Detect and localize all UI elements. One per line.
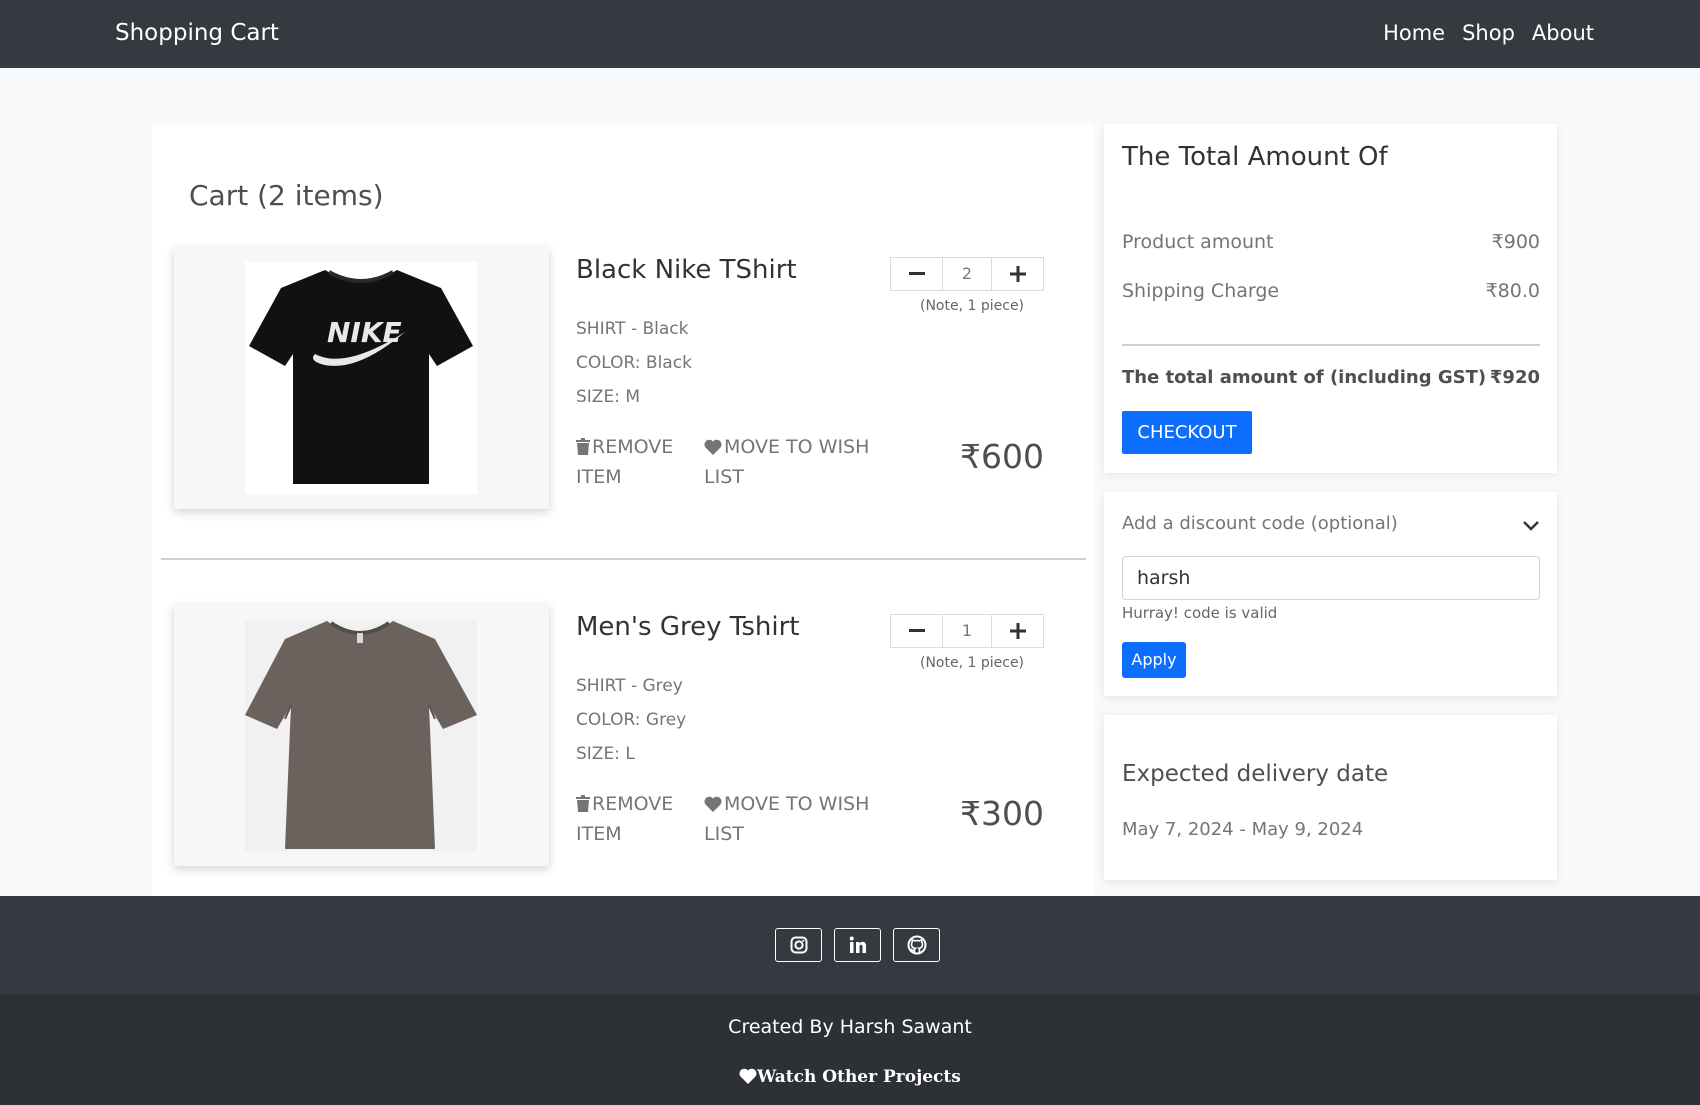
product-size: SIZE: L: [576, 744, 635, 764]
discount-card: Add a discount code (optional) Hurray! c…: [1104, 492, 1557, 696]
watch-other-projects-link[interactable]: Watch Other Projects: [0, 1067, 1700, 1087]
product-amount-row: Product amount ₹900: [1122, 231, 1540, 253]
minus-icon: [908, 629, 925, 632]
product-price: ₹300: [960, 794, 1044, 833]
product-size: SIZE: M: [576, 387, 640, 407]
discount-code-input[interactable]: [1122, 556, 1540, 600]
remove-item-label: REMOVE ITEM: [576, 436, 674, 488]
social-links: [775, 928, 940, 962]
brand-title[interactable]: Shopping Cart: [115, 20, 279, 46]
chevron-down-icon[interactable]: [1523, 516, 1539, 535]
item-divider: [161, 558, 1086, 560]
product-amount-label: Product amount: [1122, 231, 1274, 253]
remove-item-button[interactable]: REMOVE ITEM: [576, 433, 686, 491]
increase-quantity-button[interactable]: [992, 615, 1043, 647]
minus-icon: [908, 272, 925, 275]
heart-icon: [704, 435, 722, 463]
product-image-nike-tshirt[interactable]: NIKE: [245, 262, 477, 494]
product-name: Black Nike TShirt: [576, 255, 797, 285]
quantity-value[interactable]: 1: [942, 615, 992, 647]
move-to-wishlist-button[interactable]: MOVE TO WISH LIST: [704, 790, 879, 848]
summary-title: The Total Amount Of: [1122, 142, 1388, 172]
product-amount-value: ₹900: [1491, 231, 1540, 253]
discount-toggle[interactable]: Add a discount code (optional): [1122, 513, 1398, 534]
shipping-charge-label: Shipping Charge: [1122, 280, 1280, 302]
delivery-title: Expected delivery date: [1122, 761, 1389, 787]
cart-title: Cart (2 items): [189, 179, 384, 212]
trash-icon: [576, 792, 590, 820]
black-tshirt-image: NIKE: [249, 270, 473, 484]
increase-quantity-button[interactable]: [992, 258, 1043, 290]
move-to-wishlist-label: MOVE TO WISH LIST: [704, 793, 870, 845]
nav-link-home[interactable]: Home: [1383, 21, 1445, 45]
nav-link-about[interactable]: About: [1532, 21, 1594, 45]
plus-icon: [1009, 623, 1026, 639]
footer-credit: Created By Harsh Sawant: [728, 1016, 972, 1038]
footer-credits: Created By Harsh Sawant Watch Other Proj…: [0, 994, 1700, 1105]
product-image-card: [174, 604, 549, 866]
checkout-button[interactable]: CHECKOUT: [1122, 411, 1252, 454]
product-shirt: SHIRT - Black: [576, 319, 689, 339]
heart-icon: [704, 792, 722, 820]
grey-tshirt-image: [245, 621, 477, 849]
navbar: Shopping Cart Home Shop About: [0, 0, 1700, 68]
discount-valid-message: Hurray! code is valid: [1122, 604, 1278, 622]
decrease-quantity-button[interactable]: [891, 615, 942, 647]
shipping-charge-value: ₹80.0: [1485, 280, 1540, 302]
remove-item-label: REMOVE ITEM: [576, 793, 674, 845]
product-shirt: SHIRT - Grey: [576, 676, 683, 696]
total-amount-row: The total amount of (including GST) ₹920: [1122, 367, 1540, 388]
product-image-card: NIKE: [174, 247, 549, 509]
linkedin-icon[interactable]: [834, 928, 881, 962]
product-image-grey-tshirt[interactable]: [245, 619, 477, 851]
trash-icon: [576, 435, 590, 463]
shipping-charge-row: Shipping Charge ₹80.0: [1122, 280, 1540, 302]
apply-discount-button[interactable]: Apply: [1122, 642, 1186, 678]
heart-icon: [739, 1067, 757, 1087]
quantity-note: (Note, 1 piece): [920, 298, 1025, 314]
product-color: COLOR: Grey: [576, 710, 687, 730]
nav-links: Home Shop About: [1383, 21, 1594, 45]
remove-item-button[interactable]: REMOVE ITEM: [576, 790, 686, 848]
quantity-stepper: 2: [890, 257, 1044, 291]
decrease-quantity-button[interactable]: [891, 258, 942, 290]
svg-text:NIKE: NIKE: [327, 316, 402, 349]
instagram-icon[interactable]: [775, 928, 822, 962]
quantity-stepper: 1: [890, 614, 1044, 648]
product-name: Men's Grey Tshirt: [576, 612, 800, 642]
summary-divider: [1122, 344, 1540, 346]
delivery-dates: May 7, 2024 - May 9, 2024: [1122, 819, 1364, 840]
product-price: ₹600: [960, 437, 1044, 476]
delivery-card: Expected delivery date May 7, 2024 - May…: [1104, 715, 1557, 880]
total-amount-value: ₹920: [1489, 367, 1540, 388]
github-icon[interactable]: [893, 928, 940, 962]
product-color: COLOR: Black: [576, 353, 692, 373]
order-summary-card: The Total Amount Of Product amount ₹900 …: [1104, 124, 1557, 473]
quantity-note: (Note, 1 piece): [920, 655, 1025, 671]
plus-icon: [1009, 266, 1026, 282]
total-amount-label: The total amount of (including GST): [1122, 367, 1487, 388]
cart-item: NIKE Black Nike TShirt SHIRT - Black COL…: [152, 247, 1094, 547]
cart-card: Cart (2 items) NIKE Black Nike TShirt SH…: [152, 124, 1094, 896]
nav-link-shop[interactable]: Shop: [1462, 21, 1515, 45]
footer-social-bar: [0, 896, 1700, 994]
move-to-wishlist-label: MOVE TO WISH LIST: [704, 436, 870, 488]
watch-other-projects-label: Watch Other Projects: [757, 1067, 961, 1087]
quantity-value[interactable]: 2: [942, 258, 992, 290]
cart-item: Men's Grey Tshirt SHIRT - Grey COLOR: Gr…: [152, 604, 1094, 904]
move-to-wishlist-button[interactable]: MOVE TO WISH LIST: [704, 433, 879, 491]
